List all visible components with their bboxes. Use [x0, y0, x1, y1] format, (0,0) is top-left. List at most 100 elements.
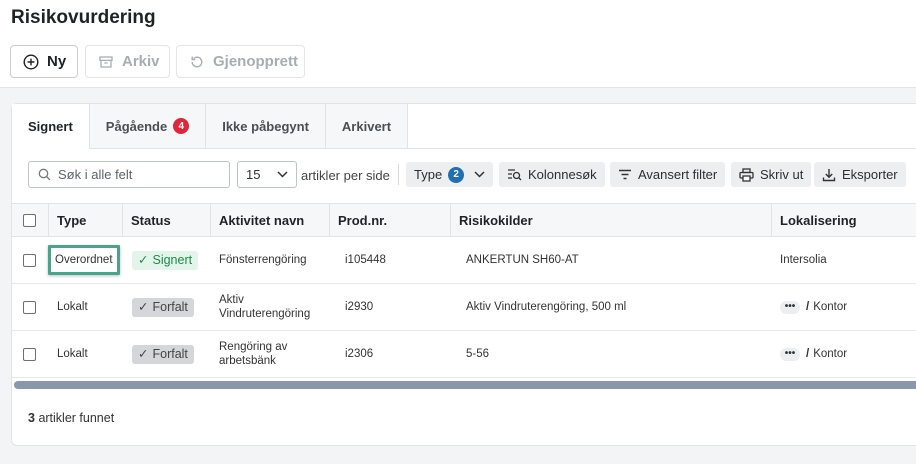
divider	[398, 164, 399, 185]
select-all-checkbox[interactable]	[23, 213, 36, 227]
per-page-label: artikler per side	[301, 168, 390, 183]
new-button-label: Ny	[47, 53, 67, 70]
archive-button-label: Arkiv	[122, 53, 160, 70]
archive-button[interactable]: Arkiv	[85, 45, 170, 78]
printer-icon	[739, 167, 754, 182]
location-cell: ••• / Kontor	[780, 331, 847, 377]
column-header-type[interactable]: Type	[49, 204, 123, 236]
prod-nr-cell: i2930	[345, 301, 374, 313]
sources-cell: Aktiv Vindruterengöring, 500 ml	[466, 301, 627, 313]
search-input[interactable]: Søk i alle felt	[28, 161, 230, 188]
column-header-sources[interactable]: Risikokilder	[451, 204, 772, 236]
row-checkbox[interactable]	[23, 253, 36, 267]
table-row[interactable]: Lokalt ✓ Forfalt Aktiv Vindruterengöring…	[12, 284, 916, 331]
restore-button[interactable]: Gjenopprett	[176, 45, 305, 78]
tab-label: Signert	[28, 119, 73, 134]
risk-assessment-card: Signert Pågående 4 Ikke påbegynt Arkiver…	[11, 103, 916, 446]
export-button[interactable]: Eksporter	[814, 162, 906, 187]
status-cell: ✓ Signert	[132, 237, 199, 283]
status-label: Forfalt	[152, 300, 188, 314]
print-label: Skriv ut	[760, 167, 804, 182]
count-badge: 4	[173, 118, 190, 134]
status-label: Signert	[152, 253, 193, 267]
table-header: Type Status Aktivitet navn Prod.nr. Risi…	[12, 203, 916, 237]
search-placeholder: Søk i alle felt	[58, 167, 133, 182]
table-row[interactable]: Lokalt ✓ Forfalt Rengöring av arbetsbänk…	[12, 331, 916, 378]
top-bar: Risikovurdering Ny Arkiv Gjenopprett	[0, 0, 916, 88]
more-locations-button[interactable]: •••	[780, 347, 800, 361]
results-count: 3 artikler funnet	[28, 411, 114, 425]
tab-not-started[interactable]: Ikke påbegynt	[206, 104, 326, 148]
chevron-down-icon	[474, 171, 485, 178]
download-icon	[822, 168, 836, 181]
row-checkbox[interactable]	[23, 300, 36, 314]
per-page-value: 15	[246, 167, 261, 182]
column-search-icon	[508, 169, 522, 181]
new-button[interactable]: Ny	[10, 45, 78, 78]
prod-nr-cell: i105448	[345, 254, 386, 266]
advanced-filter-button[interactable]: Avansert filter	[610, 162, 726, 187]
tab-bar: Signert Pågående 4 Ikke påbegynt Arkiver…	[12, 104, 916, 149]
select-all-cell	[12, 204, 49, 236]
row-select-cell	[23, 237, 36, 283]
per-page-select[interactable]: 15	[237, 161, 297, 188]
type-cell: Lokalt	[57, 348, 88, 360]
tab-label: Ikke påbegynt	[222, 118, 309, 134]
advanced-filter-label: Avansert filter	[638, 167, 718, 182]
type-cell: Lokalt	[57, 301, 88, 313]
status-badge: ✓ Forfalt	[132, 344, 194, 364]
tab-label: Arkivert	[341, 118, 392, 134]
location-cell: Intersolia	[780, 254, 827, 266]
table-row[interactable]: Overordnet ✓ Signert Fönsterrengöring i1…	[12, 237, 916, 284]
archive-icon	[99, 55, 113, 68]
activity-cell: Aktiv Vindruterengöring	[219, 294, 311, 320]
search-icon	[38, 168, 51, 181]
prod-nr-cell: i2306	[345, 348, 374, 360]
activity-cell: Fönsterrengöring	[219, 254, 307, 266]
restore-button-label: Gjenopprett	[213, 53, 298, 70]
status-cell: ✓ Forfalt	[132, 331, 194, 377]
chevron-down-icon	[277, 171, 288, 178]
location-label: Kontor	[813, 301, 848, 313]
filter-icon	[619, 169, 631, 180]
more-locations-button[interactable]: •••	[780, 300, 800, 314]
print-button[interactable]: Skriv ut	[731, 162, 812, 187]
export-label: Eksporter	[842, 167, 898, 182]
type-cell: Overordnet	[48, 237, 120, 283]
row-checkbox[interactable]	[23, 347, 36, 361]
column-header-status[interactable]: Status	[123, 204, 211, 236]
check-icon: ✓	[138, 253, 149, 267]
type-count-badge: 2	[448, 166, 465, 183]
type-filter-button[interactable]: Type 2	[406, 162, 494, 187]
page-title: Risikovurdering	[11, 7, 156, 28]
type-value-highlighted: Overordnet	[48, 245, 120, 275]
path-separator: /	[806, 301, 810, 313]
tab-signed[interactable]: Signert	[12, 104, 90, 149]
row-select-cell	[23, 284, 36, 330]
tab-label: Pågående	[105, 118, 168, 134]
restore-icon	[191, 55, 203, 67]
type-filter-label: Type	[414, 167, 443, 182]
column-search-button[interactable]: Kolonnesøk	[499, 162, 605, 187]
check-icon: ✓	[138, 347, 149, 361]
tab-archived[interactable]: Arkivert	[325, 104, 409, 148]
status-badge: ✓ Signert	[132, 250, 199, 270]
location-cell: ••• / Kontor	[780, 284, 847, 330]
column-search-label: Kolonnesøk	[528, 167, 597, 182]
row-select-cell	[23, 331, 36, 377]
horizontal-scrollbar[interactable]	[14, 381, 916, 389]
sources-cell: 5-56	[466, 348, 490, 360]
column-header-location[interactable]: Lokalisering	[772, 204, 916, 236]
plus-circle-icon	[23, 53, 39, 70]
status-cell: ✓ Forfalt	[132, 284, 194, 330]
check-icon: ✓	[138, 300, 149, 314]
results-count-label: artikler funnet	[38, 411, 115, 425]
status-badge: ✓ Forfalt	[132, 297, 194, 317]
status-label: Forfalt	[152, 347, 188, 361]
path-separator: /	[806, 348, 810, 360]
column-header-prod-nr[interactable]: Prod.nr.	[330, 204, 451, 236]
sources-cell: ANKERTUN SH60-AT	[466, 254, 579, 266]
column-header-activity[interactable]: Aktivitet navn	[211, 204, 330, 236]
activity-cell: Rengöring av arbetsbänk	[219, 341, 288, 367]
tab-in-progress[interactable]: Pågående 4	[89, 104, 207, 148]
